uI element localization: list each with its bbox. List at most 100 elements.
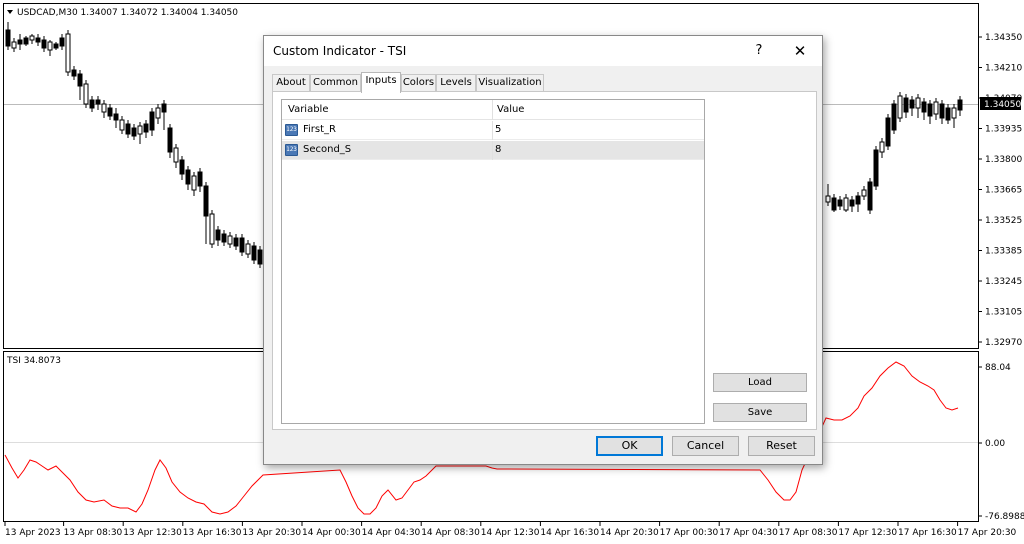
candle-body <box>167 127 173 153</box>
candle-body <box>933 101 939 115</box>
candle-body <box>951 107 957 119</box>
save-button[interactable]: Save <box>713 403 807 422</box>
variable-value[interactable]: 5 <box>495 124 501 135</box>
candle-body <box>119 119 125 131</box>
candle-body <box>221 233 227 243</box>
inputs-table-header: Variable Value <box>282 100 704 120</box>
time-tick-label: 17 Apr 00:30 <box>660 528 719 538</box>
tab-inputs[interactable]: Inputs <box>361 72 401 93</box>
variable-value[interactable]: 8 <box>495 144 501 155</box>
candle-body <box>837 199 843 207</box>
candle-body <box>41 39 47 49</box>
candle-body <box>113 113 119 121</box>
candle-body <box>179 159 185 175</box>
price-tick-label: 1.32970 <box>985 338 1022 348</box>
time-tick-label: 14 Apr 04:30 <box>362 528 421 538</box>
candle-body <box>155 107 161 119</box>
custom-indicator-dialog: Custom Indicator - TSI ? ✕ About Common … <box>263 35 823 465</box>
candle-body <box>203 185 209 217</box>
candle-body <box>161 103 167 113</box>
candle-body <box>885 117 891 147</box>
candle-body <box>29 35 35 41</box>
candle-body <box>257 249 263 265</box>
candle-body <box>855 195 861 205</box>
candle-body <box>131 127 137 137</box>
indicator-axis: 88.04 0.00 -76.8988 <box>978 363 1024 522</box>
candle-body <box>897 95 903 119</box>
candle-body <box>233 237 239 247</box>
symbol-info: USDCAD,M30 1.34007 1.34072 1.34004 1.340… <box>17 8 238 18</box>
price-tick-label: 1.33800 <box>985 155 1022 165</box>
time-tick-label: 13 Apr 08:30 <box>64 528 123 538</box>
help-icon[interactable]: ? <box>748 40 770 62</box>
indicator-tick-label: 0.00 <box>985 439 1005 449</box>
time-tick-label: 13 Apr 2023 <box>5 528 61 538</box>
tab-colors[interactable]: Colors <box>401 74 436 92</box>
time-tick-label: 14 Apr 20:30 <box>600 528 659 538</box>
candle-body <box>909 99 915 109</box>
variable-name: First_R <box>303 124 336 135</box>
candle-body <box>83 83 89 105</box>
candle-body <box>245 243 251 255</box>
column-divider <box>492 121 493 140</box>
column-divider <box>492 141 493 160</box>
tab-visualization[interactable]: Visualization <box>476 74 544 92</box>
candle-body <box>867 181 873 211</box>
candle-body <box>945 107 951 121</box>
time-tick-label: 17 Apr 12:30 <box>838 528 897 538</box>
column-divider[interactable] <box>492 100 493 120</box>
table-row[interactable]: 123 First_R 5 <box>282 121 704 140</box>
candle-body <box>239 237 245 253</box>
variable-name: Second_S <box>303 144 352 155</box>
time-tick-label: 14 Apr 08:30 <box>421 528 480 538</box>
indicator-tick-label: 88.04 <box>985 363 1011 373</box>
candle-body <box>101 103 107 113</box>
tab-common[interactable]: Common <box>310 74 361 92</box>
candle-body <box>89 99 95 109</box>
candle-body <box>939 103 945 119</box>
candle-body <box>5 29 11 47</box>
candle-body <box>831 197 837 211</box>
dialog-titlebar[interactable]: Custom Indicator - TSI ? ✕ <box>264 36 822 66</box>
time-tick-label: 14 Apr 12:30 <box>481 528 540 538</box>
indicator-tick-label: -76.8988 <box>985 512 1024 522</box>
column-header-variable[interactable]: Variable <box>288 104 329 115</box>
candle-body <box>95 99 101 105</box>
candle-body <box>59 37 65 47</box>
reset-button[interactable]: Reset <box>748 436 815 456</box>
candle-body <box>71 69 77 77</box>
inputs-tab-page: Variable Value 123 First_R 5 123 Second_… <box>272 91 817 430</box>
price-tick-label: 1.33385 <box>985 247 1022 257</box>
price-tick-label: 1.34350 <box>985 33 1022 43</box>
time-tick-label: 17 Apr 16:30 <box>898 528 957 538</box>
tab-levels[interactable]: Levels <box>436 74 476 92</box>
candle-body <box>143 123 149 133</box>
tab-about[interactable]: About <box>272 74 310 92</box>
ok-button[interactable]: OK <box>596 436 663 456</box>
time-tick-label: 14 Apr 00:30 <box>302 528 361 538</box>
inputs-table[interactable]: Variable Value 123 First_R 5 123 Second_… <box>281 99 705 424</box>
price-tick-label: 1.33105 <box>985 308 1022 318</box>
candle-body <box>47 41 53 51</box>
candle-body <box>849 199 855 207</box>
candle-body <box>861 189 867 197</box>
current-price-label: 1.34050 <box>984 100 1021 110</box>
candle-body <box>125 123 131 135</box>
candle-body <box>215 229 221 241</box>
price-tick-label: 1.33245 <box>985 277 1022 287</box>
integer-type-icon: 123 <box>285 144 298 156</box>
candle-body <box>891 103 897 131</box>
close-icon[interactable]: ✕ <box>786 40 814 62</box>
candle-body <box>879 141 885 153</box>
column-header-value[interactable]: Value <box>497 104 524 115</box>
price-tick-label: 1.34210 <box>985 64 1022 74</box>
candle-body <box>191 175 197 191</box>
candle-body <box>915 97 921 109</box>
load-button[interactable]: Load <box>713 373 807 392</box>
price-tick-label: 1.33665 <box>985 186 1022 196</box>
candle-body <box>11 41 17 49</box>
cancel-button[interactable]: Cancel <box>672 436 739 456</box>
integer-type-icon: 123 <box>285 124 298 136</box>
table-row[interactable]: 123 Second_S 8 <box>282 141 704 160</box>
candle-body <box>227 235 233 245</box>
